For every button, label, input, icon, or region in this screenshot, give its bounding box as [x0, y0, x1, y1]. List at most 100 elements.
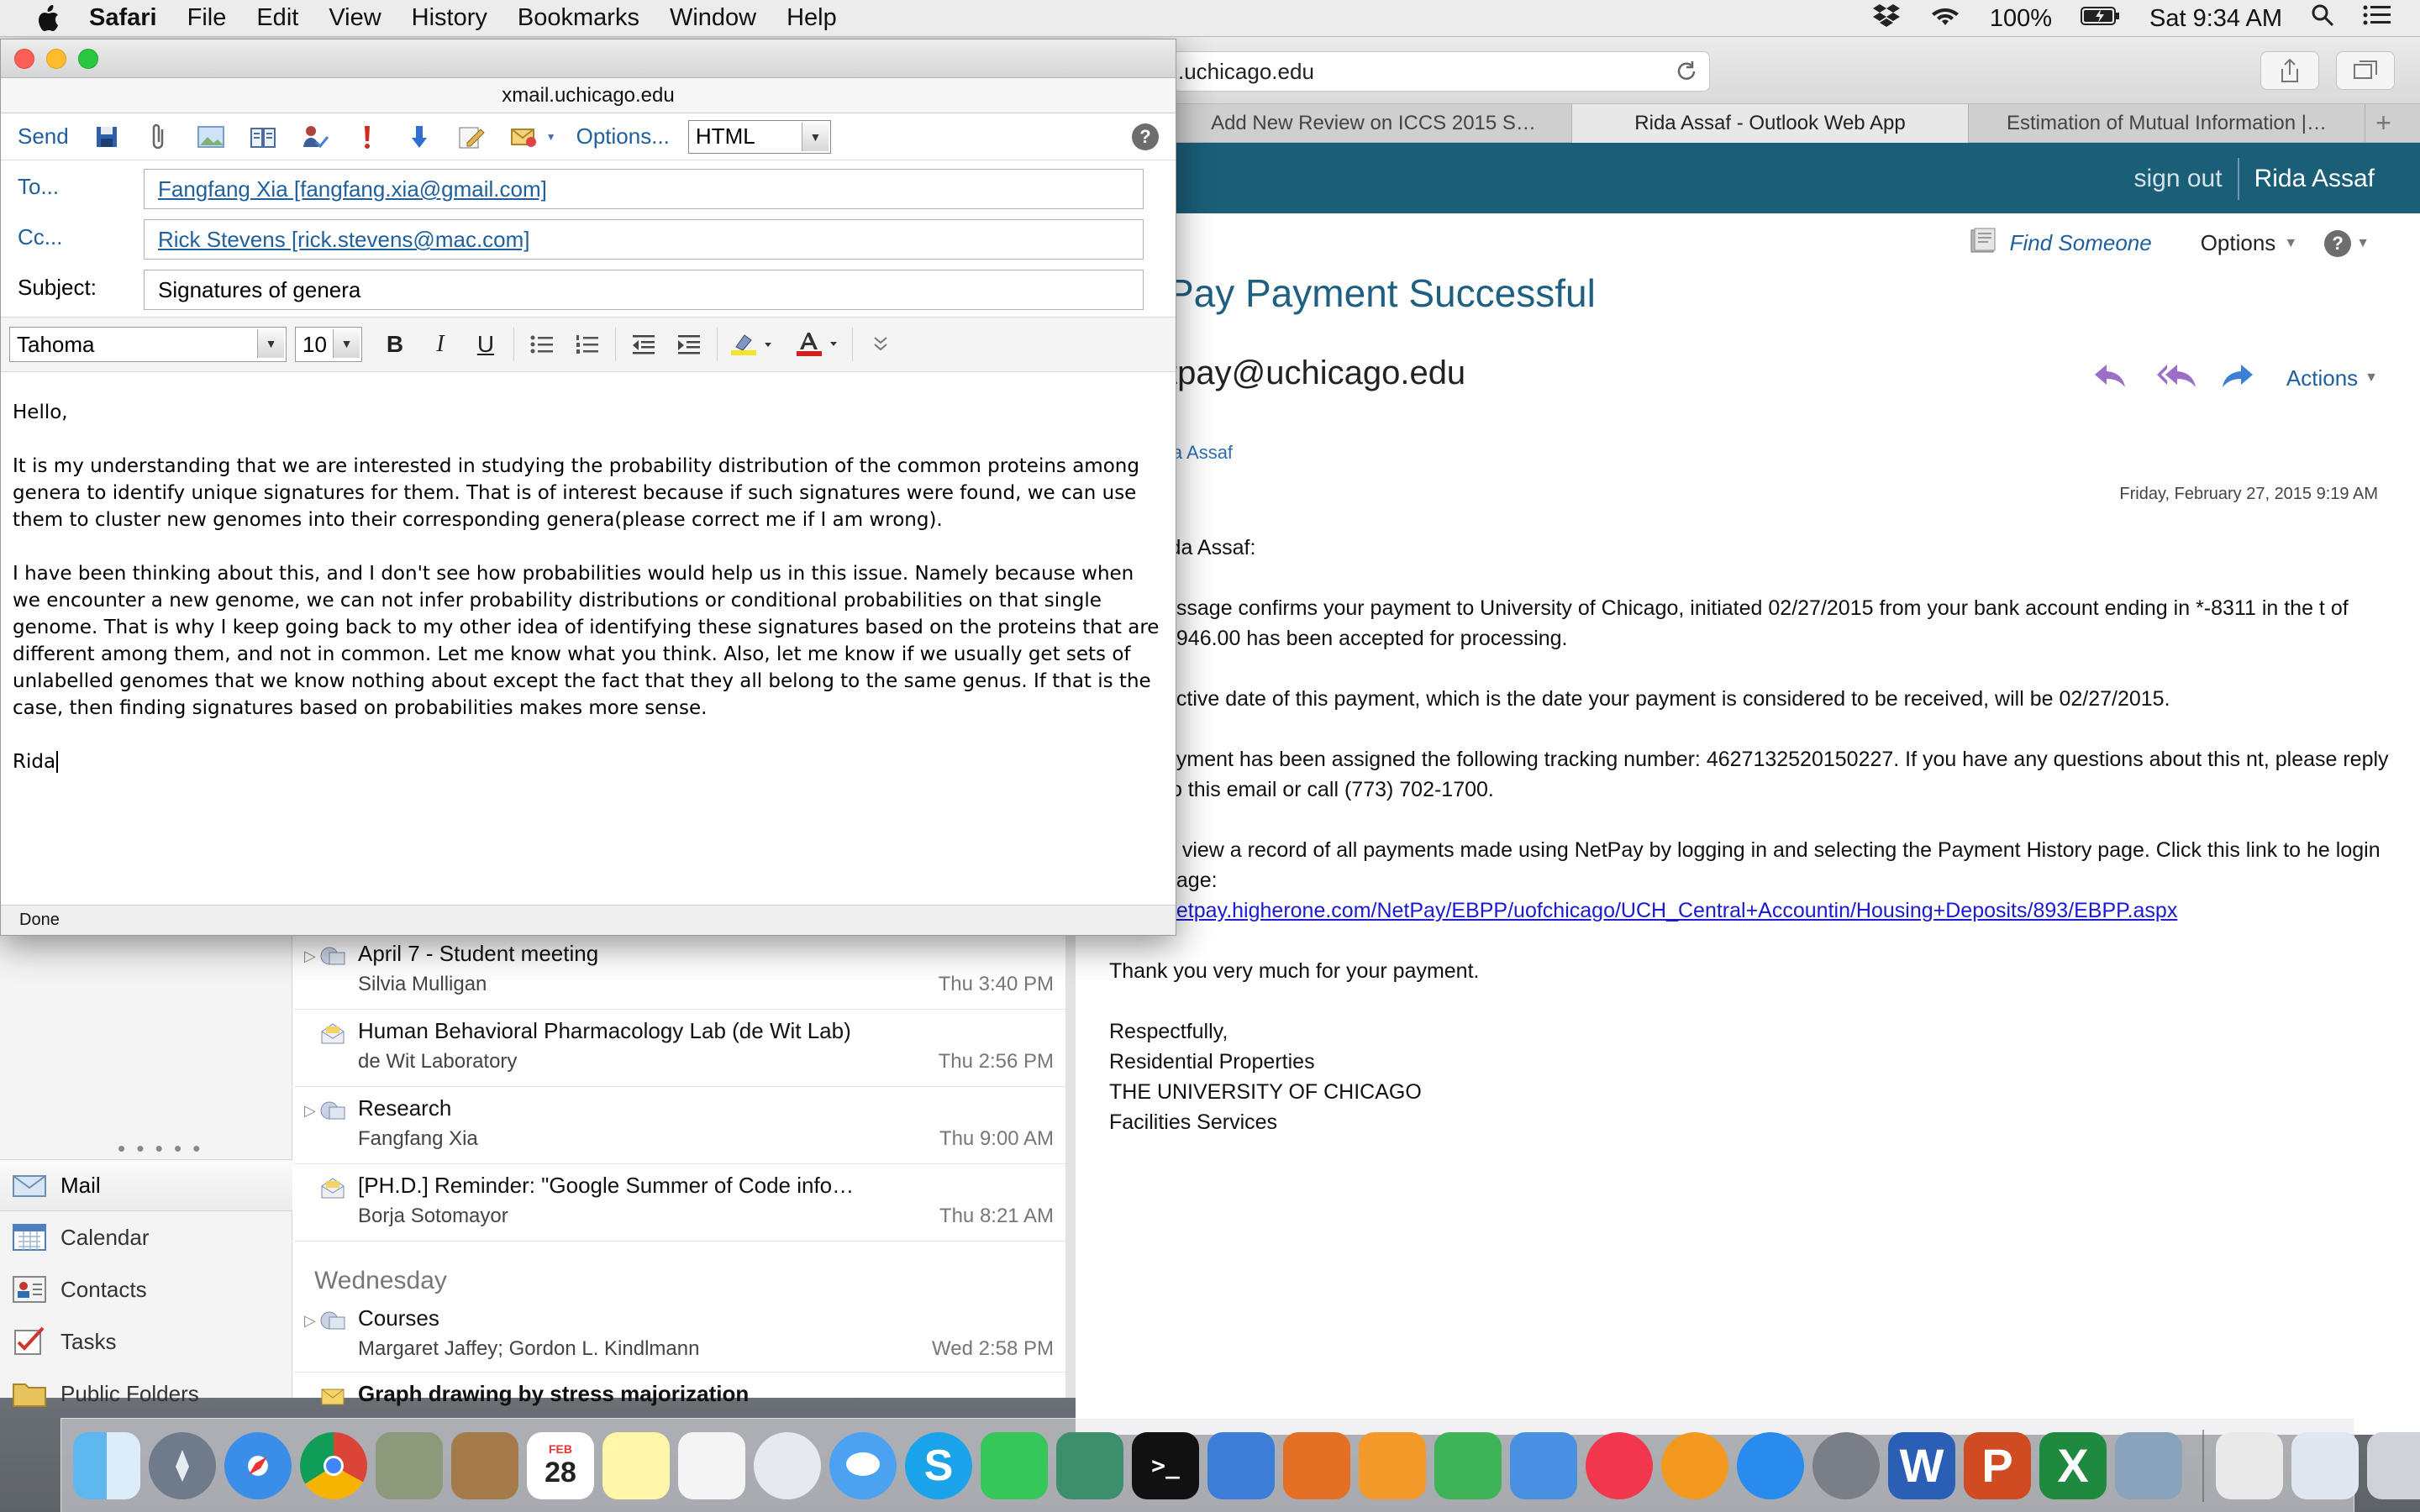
- message-row[interactable]: [PH.D.] Reminder: "Google Summer of Code…: [294, 1164, 1065, 1242]
- battery-icon[interactable]: [2081, 5, 2121, 33]
- launchpad-icon[interactable]: [149, 1431, 216, 1499]
- skype-icon[interactable]: S: [905, 1431, 972, 1499]
- underline-button[interactable]: U: [468, 327, 503, 362]
- attach-file-icon[interactable]: [141, 121, 176, 153]
- message-row[interactable]: ▷ Courses Margaret Jaffey; Gordon L. Kin…: [294, 1297, 1065, 1373]
- compose-body[interactable]: Hello, It is my understanding that we ar…: [13, 399, 1164, 802]
- message-row[interactable]: ▷ Research Fangfang Xia Thu 9:00 AM: [294, 1087, 1065, 1164]
- help-icon[interactable]: ?: [1132, 123, 1159, 150]
- actions-chevron-down-icon[interactable]: ▼: [2365, 370, 2378, 386]
- preview-icon[interactable]: [2115, 1431, 2182, 1499]
- terminal-icon[interactable]: >_: [1132, 1431, 1199, 1499]
- facetime-icon[interactable]: [981, 1431, 1048, 1499]
- excel-icon[interactable]: X: [2039, 1431, 2107, 1499]
- cc-button[interactable]: Cc...: [18, 224, 62, 250]
- calendar-app-icon[interactable]: FEB 28: [527, 1431, 594, 1499]
- chrome-icon[interactable]: [300, 1431, 367, 1499]
- ibooks-icon[interactable]: [1661, 1431, 1728, 1499]
- numbers-icon[interactable]: [1434, 1431, 1502, 1499]
- notification-center-icon[interactable]: [2363, 4, 2391, 33]
- apple-menu-icon[interactable]: [32, 3, 64, 34]
- dropbox-icon[interactable]: [1872, 3, 1901, 34]
- to-field[interactable]: Fangfang Xia [fangfang.xia@gmail.com]: [144, 169, 1144, 209]
- highlight-color-icon[interactable]: [728, 327, 776, 362]
- new-tab-button[interactable]: +: [2365, 104, 2402, 142]
- nav-tasks[interactable]: Tasks: [0, 1315, 292, 1368]
- message-row[interactable]: ▷ April 7 - Student meeting Silvia Mulli…: [294, 932, 1065, 1010]
- message-list-scrollbar[interactable]: [1065, 932, 1076, 1398]
- sign-out-link[interactable]: sign out: [2134, 165, 2223, 193]
- numbered-list-icon[interactable]: [570, 327, 605, 362]
- keynote-icon[interactable]: [1510, 1431, 1577, 1499]
- nav-mail[interactable]: Mail: [0, 1159, 292, 1211]
- contacts-book-icon[interactable]: [451, 1431, 518, 1499]
- increase-indent-icon[interactable]: [671, 327, 707, 362]
- font-color-icon[interactable]: [793, 327, 842, 362]
- actions-menu[interactable]: Actions: [2286, 365, 2358, 391]
- italic-button[interactable]: I: [423, 327, 458, 362]
- forward-icon[interactable]: [2219, 361, 2261, 395]
- iphoto-icon[interactable]: [1056, 1431, 1123, 1499]
- menu-history[interactable]: History: [412, 4, 487, 32]
- spotlight-search-icon[interactable]: [2311, 3, 2334, 34]
- itunes-icon[interactable]: [1586, 1431, 1653, 1499]
- font-size-select[interactable]: 10 ▼: [295, 327, 362, 362]
- system-preferences-icon[interactable]: [1812, 1431, 1880, 1499]
- minimize-icon[interactable]: [46, 49, 66, 69]
- powerpoint-icon[interactable]: P: [1964, 1431, 2031, 1499]
- bold-button[interactable]: B: [377, 327, 413, 362]
- zoom-icon[interactable]: [78, 49, 98, 69]
- app-store-icon[interactable]: [1737, 1431, 1804, 1499]
- message-row[interactable]: Graph drawing by stress majorization: [294, 1373, 1065, 1406]
- message-recipient[interactable]: la Assaf: [1168, 442, 1233, 464]
- tab-outlook-web-app[interactable]: Rida Assaf - Outlook Web App: [1571, 104, 1968, 143]
- expand-conversation-icon[interactable]: ▷: [304, 1102, 316, 1120]
- documents-stack-icon[interactable]: [2216, 1431, 2283, 1499]
- cc-field[interactable]: Rick Stevens [rick.stevens@mac.com]: [144, 219, 1144, 260]
- nav-public-folders[interactable]: Public Folders: [0, 1368, 292, 1420]
- menu-bookmarks[interactable]: Bookmarks: [518, 4, 639, 32]
- options-button[interactable]: Options...: [576, 123, 670, 150]
- expand-conversation-icon[interactable]: ▷: [304, 948, 316, 965]
- expand-conversation-icon[interactable]: ▷: [304, 1312, 316, 1330]
- menu-file[interactable]: File: [187, 4, 227, 32]
- address-book-icon[interactable]: [1968, 227, 1998, 260]
- message-sender[interactable]: tpay@uchicago.edu: [1168, 354, 1465, 392]
- menu-app-safari[interactable]: Safari: [89, 4, 157, 32]
- xcode-icon[interactable]: [1207, 1431, 1275, 1499]
- signature-icon[interactable]: [454, 121, 489, 153]
- mail-stamp-icon[interactable]: [376, 1431, 443, 1499]
- user-name[interactable]: Rida Assaf: [2254, 165, 2375, 193]
- font-family-select[interactable]: Tahoma ▼: [9, 327, 287, 362]
- matlab-icon[interactable]: [1283, 1431, 1350, 1499]
- subject-field[interactable]: Signatures of genera: [144, 270, 1144, 310]
- message-format-select[interactable]: HTML ▼: [687, 119, 831, 154]
- finder-icon[interactable]: [73, 1431, 140, 1499]
- options-menu[interactable]: Options: [2201, 230, 2276, 256]
- menu-window[interactable]: Window: [670, 4, 756, 32]
- word-icon[interactable]: W: [1888, 1431, 1955, 1499]
- decrease-indent-icon[interactable]: [626, 327, 661, 362]
- downloads-stack-icon[interactable]: [2291, 1431, 2359, 1499]
- importance-low-icon[interactable]: [402, 121, 437, 153]
- check-names-icon[interactable]: [297, 121, 333, 153]
- find-someone-link[interactable]: Find Someone: [2010, 230, 2152, 256]
- menu-view[interactable]: View: [329, 4, 381, 32]
- importance-high-icon[interactable]: [350, 121, 385, 153]
- options-chevron-down-icon[interactable]: ▼: [2284, 236, 2297, 251]
- pane-resize-handle[interactable]: • • • • •: [118, 1136, 203, 1162]
- to-button[interactable]: To...: [18, 174, 59, 200]
- notes-icon[interactable]: [602, 1431, 670, 1499]
- insert-image-icon[interactable]: [193, 121, 229, 153]
- menu-help[interactable]: Help: [786, 4, 837, 32]
- send-button[interactable]: Send: [18, 123, 69, 150]
- reply-all-icon[interactable]: [2155, 361, 2197, 395]
- menu-edit[interactable]: Edit: [256, 4, 298, 32]
- bullet-list-icon[interactable]: [524, 327, 560, 362]
- tab-mutual-information[interactable]: Estimation of Mutual Information |…: [1968, 104, 2365, 143]
- help-chevron-down-icon[interactable]: ▼: [2356, 236, 2370, 251]
- share-button[interactable]: [2260, 51, 2319, 90]
- nav-calendar[interactable]: Calendar: [0, 1211, 292, 1263]
- safari-icon[interactable]: [224, 1431, 292, 1499]
- address-book-icon[interactable]: [245, 121, 281, 153]
